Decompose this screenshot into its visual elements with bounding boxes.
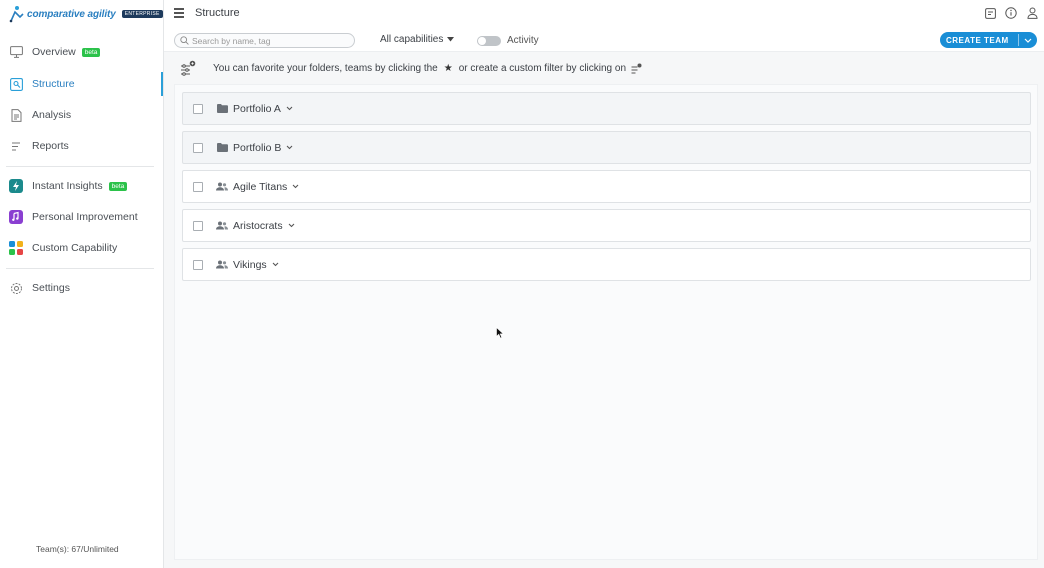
app: comparative agility ENTERPRISE Overview … xyxy=(0,0,1044,568)
logo-badge: ENTERPRISE xyxy=(121,10,163,18)
sidebar-item-label: Structure xyxy=(32,78,75,90)
search-box[interactable] xyxy=(174,33,355,48)
logo-icon xyxy=(8,5,24,23)
team-icon xyxy=(216,181,228,193)
sidebar-item-reports[interactable]: Reports xyxy=(0,134,163,158)
row-checkbox[interactable] xyxy=(193,103,203,114)
row-name: Agile Titans xyxy=(233,180,288,193)
gear-icon xyxy=(9,281,23,295)
sidebar-item-label: Instant Insights xyxy=(32,180,103,192)
structure-icon xyxy=(9,77,23,91)
list-item-team[interactable]: Vikings xyxy=(182,248,1031,281)
list-item-folder[interactable]: Portfolio A xyxy=(182,92,1031,125)
activity-label: Activity xyxy=(507,35,539,46)
chevron-down-icon[interactable] xyxy=(272,261,280,269)
top-icons xyxy=(984,7,1038,19)
search-icon xyxy=(180,32,189,50)
list-item-team[interactable]: Aristocrats xyxy=(182,209,1031,242)
row-name: Portfolio B xyxy=(233,141,282,154)
sidebar-item-custom-capability[interactable]: Custom Capability xyxy=(0,236,163,260)
sidebar-item-analysis[interactable]: Analysis xyxy=(0,103,163,127)
search-input[interactable] xyxy=(192,35,352,46)
teams-count: Team(s): 67/Unlimited xyxy=(36,544,119,554)
create-team-button[interactable]: CREATE TEAM xyxy=(940,32,1037,48)
create-team-label: CREATE TEAM xyxy=(946,35,1009,45)
monitor-icon xyxy=(9,45,23,59)
row-name: Portfolio A xyxy=(233,102,281,115)
hamburger-icon[interactable] xyxy=(174,8,184,18)
folder-icon xyxy=(216,103,228,115)
sidebar-item-structure[interactable]: Structure xyxy=(0,72,163,96)
capabilities-dropdown[interactable]: All capabilities xyxy=(380,34,455,45)
info-banner: You can favorite your folders, teams by … xyxy=(174,56,1036,80)
list-icon xyxy=(9,139,23,153)
toolbar: All capabilities Activity CREATE TEAM xyxy=(164,28,1044,52)
logo[interactable]: comparative agility ENTERPRISE xyxy=(8,4,163,24)
sidebar-item-instant-insights[interactable]: Instant Insights beta xyxy=(0,174,163,198)
caret-down-icon xyxy=(447,34,455,45)
sidebar-item-label: Reports xyxy=(32,140,69,152)
chevron-down-icon[interactable] xyxy=(292,183,300,191)
banner-text-after: or create a custom filter by clicking on xyxy=(458,62,627,74)
capabilities-label: All capabilities xyxy=(380,34,444,45)
mouse-cursor-icon xyxy=(496,326,505,339)
star-icon: ★ xyxy=(443,62,453,74)
folder-icon xyxy=(216,142,228,154)
document-icon xyxy=(9,108,23,122)
row-checkbox[interactable] xyxy=(193,181,203,192)
top-bar: Structure xyxy=(164,0,1044,28)
custom-filter-icon xyxy=(631,63,642,74)
row-checkbox[interactable] xyxy=(193,259,203,270)
grid-dots-icon xyxy=(9,241,23,255)
lightning-icon xyxy=(9,179,23,193)
filter-settings-icon[interactable] xyxy=(180,60,196,76)
sidebar-item-personal-improvement[interactable]: Personal Improvement xyxy=(0,205,163,229)
page-title: Structure xyxy=(195,7,240,19)
sidebar-item-label: Analysis xyxy=(32,109,72,121)
sidebar-item-label: Settings xyxy=(32,282,70,294)
sidebar-item-label: Overview xyxy=(32,46,76,58)
row-name: Vikings xyxy=(233,258,267,271)
sidebar-item-overview[interactable]: Overview beta xyxy=(0,40,163,64)
sidebar-divider xyxy=(6,268,154,269)
chat-icon[interactable] xyxy=(984,7,996,19)
activity-toggle[interactable] xyxy=(477,36,501,46)
row-checkbox[interactable] xyxy=(193,142,203,153)
sidebar-item-settings[interactable]: Settings xyxy=(0,276,163,300)
sidebar-divider xyxy=(6,166,154,167)
sidebar: comparative agility ENTERPRISE Overview … xyxy=(0,0,164,568)
team-icon xyxy=(216,220,228,232)
chevron-down-icon[interactable] xyxy=(1019,38,1037,43)
chevron-down-icon[interactable] xyxy=(286,105,294,113)
list-item-team[interactable]: Agile Titans xyxy=(182,170,1031,203)
info-icon[interactable] xyxy=(1005,7,1017,19)
banner-text-before: You can favorite your folders, teams by … xyxy=(213,62,438,74)
sidebar-item-label: Personal Improvement xyxy=(32,211,138,223)
chevron-down-icon[interactable] xyxy=(286,144,294,152)
row-checkbox[interactable] xyxy=(193,220,203,231)
team-icon xyxy=(216,259,228,271)
row-name: Aristocrats xyxy=(233,219,283,232)
user-icon[interactable] xyxy=(1026,7,1038,19)
structure-list: Portfolio A Portfolio B Agile Titans Ari… xyxy=(174,84,1038,560)
music-icon xyxy=(9,210,23,224)
beta-badge: beta xyxy=(81,47,101,57)
logo-text: comparative agility xyxy=(27,8,116,20)
list-item-folder[interactable]: Portfolio B xyxy=(182,131,1031,164)
sidebar-item-label: Custom Capability xyxy=(32,242,118,254)
chevron-down-icon[interactable] xyxy=(288,222,296,230)
beta-badge: beta xyxy=(108,181,128,191)
